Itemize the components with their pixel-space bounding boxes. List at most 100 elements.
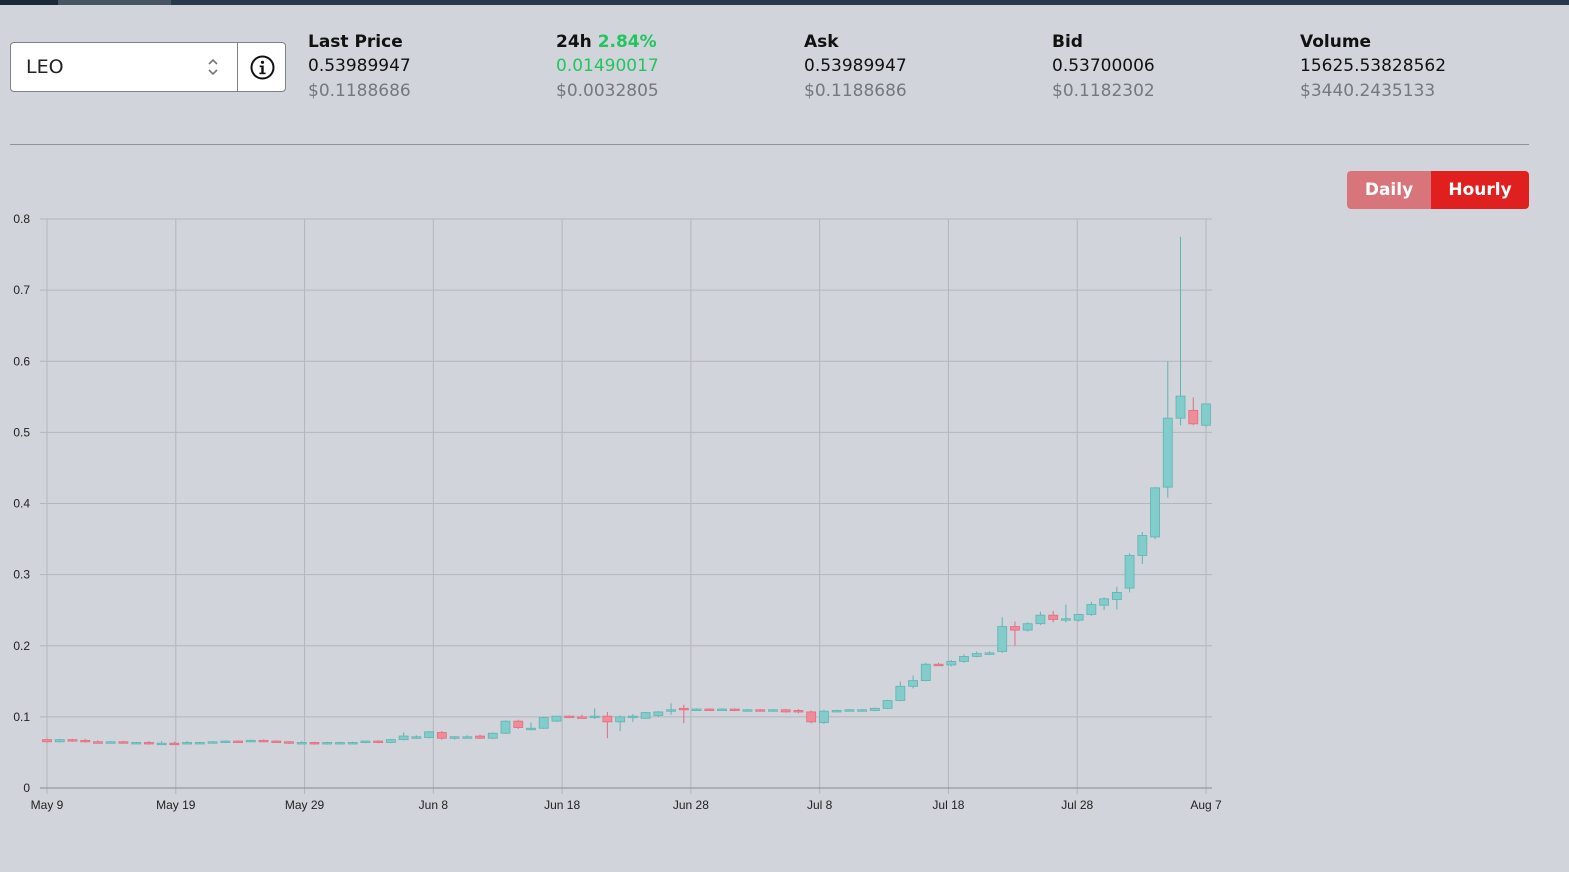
candle-body bbox=[220, 740, 231, 743]
info-circle-icon bbox=[250, 55, 275, 80]
stat-24h: 24h 2.84% 0.01490017 $0.0032805 bbox=[556, 31, 786, 104]
interval-toggle: Daily Hourly bbox=[1347, 171, 1529, 209]
pair-select[interactable]: LEO bbox=[11, 43, 237, 91]
stat-usd-value: $3440.2435133 bbox=[1300, 81, 1436, 101]
candle-body bbox=[729, 708, 740, 711]
candle-body bbox=[678, 707, 689, 711]
x-tick-label: May 29 bbox=[285, 798, 325, 812]
candle-body bbox=[105, 741, 116, 744]
candle bbox=[768, 709, 778, 712]
candle-body bbox=[207, 741, 218, 744]
candle bbox=[627, 714, 638, 722]
y-tick-label: 0.3 bbox=[13, 568, 30, 582]
candle-body bbox=[551, 715, 562, 722]
top-progress-bar bbox=[0, 0, 1569, 5]
candle-body bbox=[946, 660, 957, 666]
candle bbox=[997, 617, 1008, 653]
candle-body bbox=[296, 742, 307, 745]
candle bbox=[373, 740, 384, 744]
candle bbox=[908, 675, 918, 689]
candle bbox=[156, 741, 167, 746]
candle bbox=[742, 709, 753, 712]
candle bbox=[245, 739, 256, 743]
x-tick-label: Jul 8 bbox=[807, 798, 833, 812]
candle bbox=[882, 699, 893, 710]
stat-value: 15625.53828562 bbox=[1300, 56, 1447, 76]
info-button[interactable] bbox=[237, 43, 287, 91]
up-down-chevron-icon bbox=[208, 58, 218, 76]
stat-label: Bid bbox=[1052, 32, 1083, 52]
candle-body bbox=[806, 711, 817, 723]
candle bbox=[1137, 531, 1148, 564]
candle-body bbox=[1086, 604, 1097, 615]
candle-body bbox=[984, 652, 995, 655]
candle bbox=[258, 739, 269, 743]
y-tick-label: 0.6 bbox=[13, 354, 30, 368]
candle bbox=[475, 734, 485, 739]
candle-body bbox=[487, 732, 498, 739]
chart-grid bbox=[40, 218, 1212, 794]
candle bbox=[513, 719, 524, 729]
x-tick-label: May 19 bbox=[156, 798, 196, 812]
candle-body bbox=[335, 742, 345, 745]
candle bbox=[1175, 236, 1186, 426]
candle-body bbox=[131, 742, 142, 745]
candle-body bbox=[500, 720, 511, 734]
candle-body bbox=[666, 709, 676, 712]
candle-body bbox=[1022, 623, 1033, 631]
stat-value: 0.53989947 bbox=[804, 56, 907, 76]
candlestick-chart[interactable]: 0 0.1 0.2 0.3 0.4 0.5 0.6 0.7 0.8 May 9 May 19 May … bbox=[0, 205, 1240, 825]
candle bbox=[959, 654, 969, 663]
candle bbox=[984, 651, 995, 655]
pair-selector-group: LEO bbox=[10, 42, 286, 92]
stat-value: 0.53700006 bbox=[1052, 56, 1155, 76]
candle-body bbox=[780, 709, 791, 713]
candle bbox=[678, 704, 689, 724]
candle-body bbox=[691, 708, 702, 711]
candle bbox=[1010, 621, 1020, 646]
candle-body bbox=[258, 739, 269, 743]
daily-button[interactable]: Daily bbox=[1347, 171, 1431, 209]
x-tick-label: Jun 18 bbox=[544, 798, 580, 812]
stat-usd-value: $0.0032805 bbox=[556, 81, 659, 101]
candle-body bbox=[1099, 598, 1110, 606]
candle bbox=[462, 735, 473, 739]
candle bbox=[1048, 610, 1059, 623]
candle-body bbox=[997, 626, 1008, 652]
candle-body bbox=[640, 712, 651, 719]
candle bbox=[844, 709, 855, 712]
candle-body bbox=[704, 708, 715, 711]
chart-candles bbox=[42, 236, 1211, 746]
candle bbox=[538, 716, 549, 729]
candle bbox=[755, 709, 766, 712]
candle bbox=[131, 741, 142, 745]
x-tick-label: Jun 28 bbox=[673, 798, 709, 812]
candle-body bbox=[1111, 592, 1122, 600]
stat-label: Ask bbox=[804, 32, 839, 52]
candle bbox=[271, 740, 282, 743]
x-tick-label: Jul 18 bbox=[932, 798, 964, 812]
candle-body bbox=[436, 732, 447, 739]
y-tick-label: 0.7 bbox=[13, 283, 30, 297]
candle bbox=[1162, 361, 1173, 498]
candle bbox=[169, 741, 180, 746]
candle-body bbox=[564, 715, 575, 719]
candle bbox=[105, 741, 116, 744]
candle bbox=[640, 711, 651, 720]
candle bbox=[436, 731, 447, 740]
candle bbox=[335, 741, 345, 745]
candle-body bbox=[526, 727, 536, 731]
candle bbox=[1150, 487, 1160, 540]
candle bbox=[920, 662, 931, 682]
candle-body bbox=[80, 739, 91, 743]
candle bbox=[577, 714, 587, 719]
candle bbox=[895, 681, 906, 702]
candle bbox=[729, 708, 740, 712]
candle-body bbox=[971, 653, 982, 657]
candle bbox=[653, 711, 664, 717]
candle-body bbox=[589, 715, 600, 719]
pair-select-value: LEO bbox=[26, 56, 64, 78]
candle bbox=[1124, 553, 1135, 593]
stat-label: Last Price bbox=[308, 32, 403, 52]
hourly-button[interactable]: Hourly bbox=[1431, 171, 1529, 209]
